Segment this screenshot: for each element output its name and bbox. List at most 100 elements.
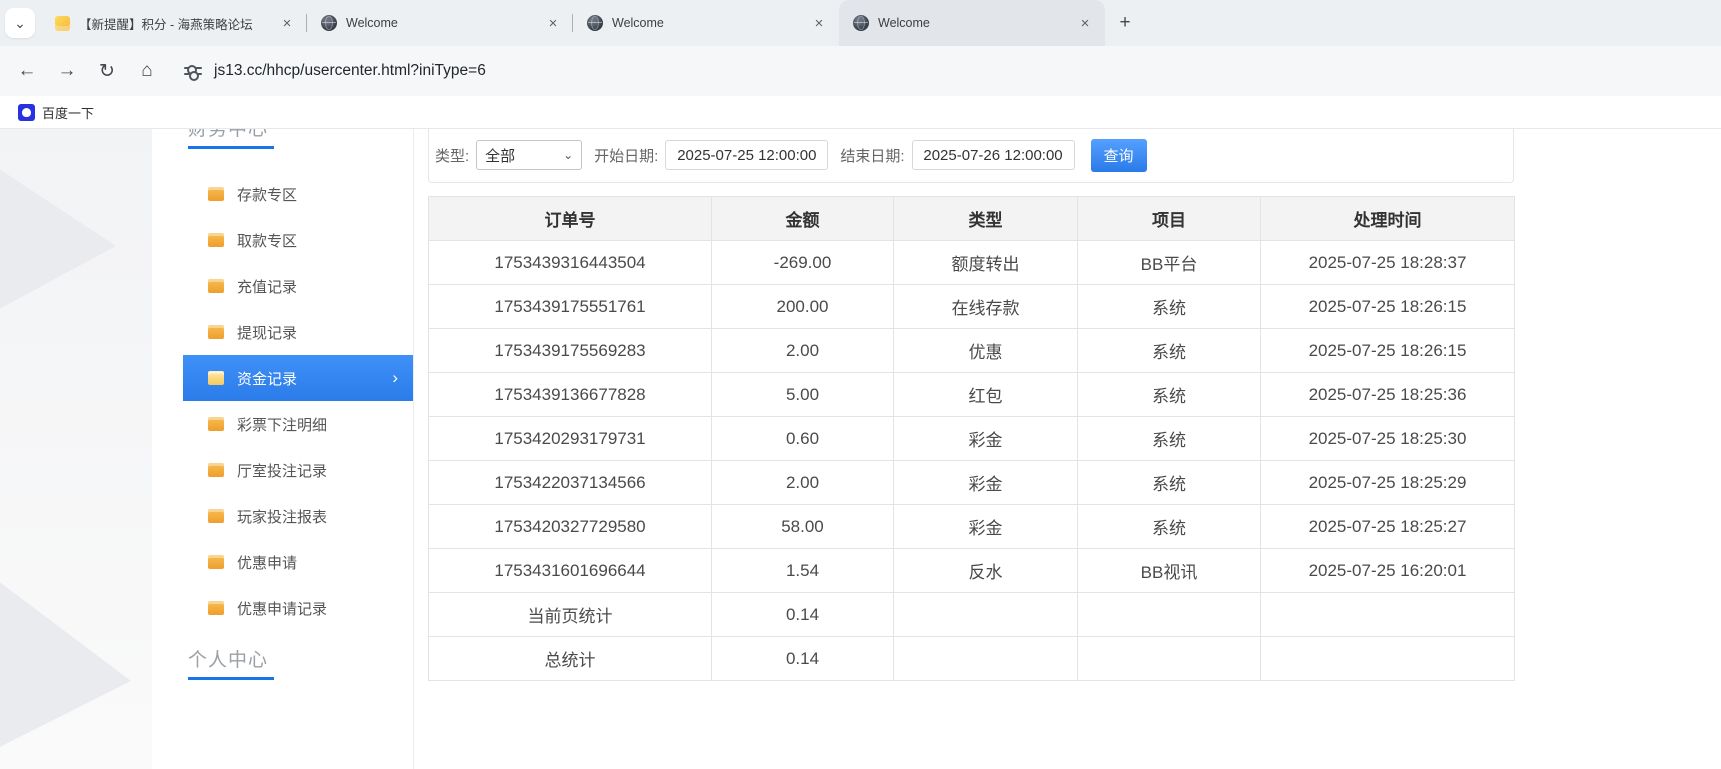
globe-icon — [587, 15, 603, 31]
promo-apply-icon — [208, 555, 224, 569]
table-cell: 2025-07-25 18:26:15 — [1260, 284, 1515, 329]
table-cell: 2025-07-25 18:25:29 — [1260, 460, 1515, 505]
table-cell: 2025-07-25 18:25:36 — [1260, 372, 1515, 417]
tab-strip: ⌄ 【新提醒】积分 - 海燕策略论坛 × Welcome × Welcome ×… — [0, 0, 1721, 46]
start-date-input[interactable] — [665, 140, 829, 170]
back-button[interactable]: ← — [10, 54, 44, 88]
type-label: 类型: — [435, 147, 470, 165]
browser-tab[interactable]: 【新提醒】积分 - 海燕策略论坛 × — [41, 0, 307, 46]
sidebar-item[interactable]: 取款专区 › — [183, 217, 413, 263]
table-cell: 1753439175569283 — [428, 328, 712, 373]
tab-close-icon[interactable]: × — [277, 13, 297, 33]
table-row: 1753420327729580 58.00 彩金 系统 2025-07-25 18:2… — [428, 504, 1515, 549]
table-row: 1753422037134566 2.00 彩金 系统 2025-07-25 18:25… — [428, 460, 1515, 505]
sidebar-item[interactable]: 厅室投注记录 › — [183, 447, 413, 493]
table-cell: 0.60 — [711, 416, 894, 461]
table-cell: 2025-07-25 18:25:27 — [1260, 504, 1515, 549]
tab-close-icon[interactable]: × — [543, 13, 563, 33]
forward-icon: → — [57, 60, 77, 81]
back-icon: ← — [17, 60, 37, 81]
site-info-icon[interactable] — [184, 64, 202, 81]
tab-list: 【新提醒】积分 - 海燕策略论坛 × Welcome × Welcome × W… — [41, 0, 1105, 46]
sidebar-item-label: 提现记录 — [237, 324, 298, 342]
table-cell: 2025-07-25 18:26:15 — [1260, 328, 1515, 373]
promo-apply-record-icon — [208, 601, 224, 615]
home-button[interactable]: ⌂ — [130, 54, 164, 88]
deposit-card-icon — [208, 187, 224, 201]
table-row: 1753439175551761 200.00 在线存款 系统 2025-07-25 1… — [428, 284, 1515, 329]
browser-tab[interactable]: Welcome × — [572, 0, 839, 46]
sidebar-item[interactable]: 优惠申请记录 › — [183, 585, 413, 631]
end-date-label: 结束日期: — [840, 147, 905, 165]
table-row: 总统计 0.14 — [428, 636, 1515, 681]
column-header: 处理时间 — [1260, 196, 1515, 241]
refresh-button[interactable]: ↻ — [90, 54, 124, 88]
table-cell: 系统 — [1077, 372, 1261, 417]
bookmark-baidu[interactable]: 百度一下 — [10, 100, 102, 125]
chevron-down-icon: ⌄ — [563, 148, 574, 162]
tab-title: Welcome — [346, 16, 398, 30]
hall-bet-record-icon — [208, 463, 224, 477]
sidebar-item-label: 彩票下注明细 — [237, 416, 328, 434]
table-cell: 系统 — [1077, 460, 1261, 505]
forward-button[interactable]: → — [50, 54, 84, 88]
table-cell: 1753439316443504 — [428, 240, 712, 285]
sidebar-item[interactable]: 提现记录 › — [183, 309, 413, 355]
tab-close-icon[interactable]: × — [809, 13, 829, 33]
column-header: 项目 — [1077, 196, 1261, 241]
page-content: 财务中心 存款专区 › 取款专区 › 充值记录 › 提现记录 › 资金记录 › … — [0, 129, 1721, 769]
section-underline — [188, 146, 274, 149]
table-row: 1753439175569283 2.00 优惠 系统 2025-07-25 18:26… — [428, 328, 1515, 373]
sidebar-item[interactable]: 充值记录 › — [183, 263, 413, 309]
funds-record-table: 订单号 金额 类型 项目 处理时间 1753439316443504 -269.00 额度转… — [428, 196, 1515, 681]
table-cell: 系统 — [1077, 504, 1261, 549]
search-button[interactable]: 查询 — [1090, 138, 1147, 172]
table-cell: 2.00 — [711, 328, 894, 373]
table-cell: 额度转出 — [893, 240, 1078, 285]
section-underline — [188, 677, 274, 680]
sidebar-item-label: 资金记录 — [237, 370, 298, 388]
sidebar-item[interactable]: 资金记录 › — [183, 355, 413, 401]
table-cell: -269.00 — [711, 240, 894, 285]
address-bar[interactable]: js13.cc/hhcp/usercenter.html?iniType=6 — [214, 62, 486, 80]
table-cell: 系统 — [1077, 328, 1261, 373]
sidebar-item[interactable]: 优惠申请 › — [183, 539, 413, 585]
table-cell: 反水 — [893, 548, 1078, 593]
chevron-right-icon: › — [392, 368, 398, 387]
sidebar-item-label: 取款专区 — [237, 232, 298, 250]
table-cell: 优惠 — [893, 328, 1078, 373]
type-select[interactable]: 全部 ⌄ — [476, 140, 583, 170]
table-header-row: 订单号 金额 类型 项目 处理时间 — [428, 196, 1515, 241]
browser-tab[interactable]: Welcome × — [839, 0, 1105, 46]
type-select-value: 全部 — [485, 147, 516, 165]
globe-icon — [321, 15, 337, 31]
sidebar: 财务中心 存款专区 › 取款专区 › 充值记录 › 提现记录 › 资金记录 › … — [183, 129, 414, 769]
table-cell: 1753420293179731 — [428, 416, 712, 461]
column-header: 类型 — [893, 196, 1078, 241]
column-header: 金额 — [711, 196, 894, 241]
browser-window: ⌄ 【新提醒】积分 - 海燕策略论坛 × Welcome × Welcome ×… — [0, 0, 1721, 769]
sidebar-item[interactable]: 彩票下注明细 › — [183, 401, 413, 447]
table-row: 1753439136677828 5.00 红包 系统 2025-07-25 18:25… — [428, 372, 1515, 417]
document-icon — [55, 15, 70, 31]
sidebar-item[interactable]: 玩家投注报表 › — [183, 493, 413, 539]
table-cell — [1260, 592, 1515, 637]
filter-bar: 类型: 全部 ⌄ 开始日期: 结束日期: 查询 — [428, 129, 1514, 183]
lottery-bet-detail-icon — [208, 417, 224, 431]
table-cell: 在线存款 — [893, 284, 1078, 329]
tab-search-button[interactable]: ⌄ — [5, 8, 35, 38]
sidebar-item-label: 优惠申请记录 — [237, 600, 328, 618]
sidebar-item[interactable]: 存款专区 › — [183, 171, 413, 217]
table-row: 1753439316443504 -269.00 额度转出 BB平台 2025-07-2… — [428, 240, 1515, 285]
new-tab-button[interactable]: + — [1111, 9, 1139, 37]
table-cell: 当前页统计 — [428, 592, 712, 637]
table-cell: 2025-07-25 18:28:37 — [1260, 240, 1515, 285]
funds-record-icon — [208, 371, 224, 385]
tab-close-icon[interactable]: × — [1075, 13, 1095, 33]
table-cell: 1753422037134566 — [428, 460, 712, 505]
withdraw-coins-icon — [208, 233, 224, 247]
sidebar-item-label: 厅室投注记录 — [237, 462, 328, 480]
browser-tab[interactable]: Welcome × — [306, 0, 573, 46]
table-cell: 系统 — [1077, 284, 1261, 329]
end-date-input[interactable] — [911, 140, 1075, 170]
